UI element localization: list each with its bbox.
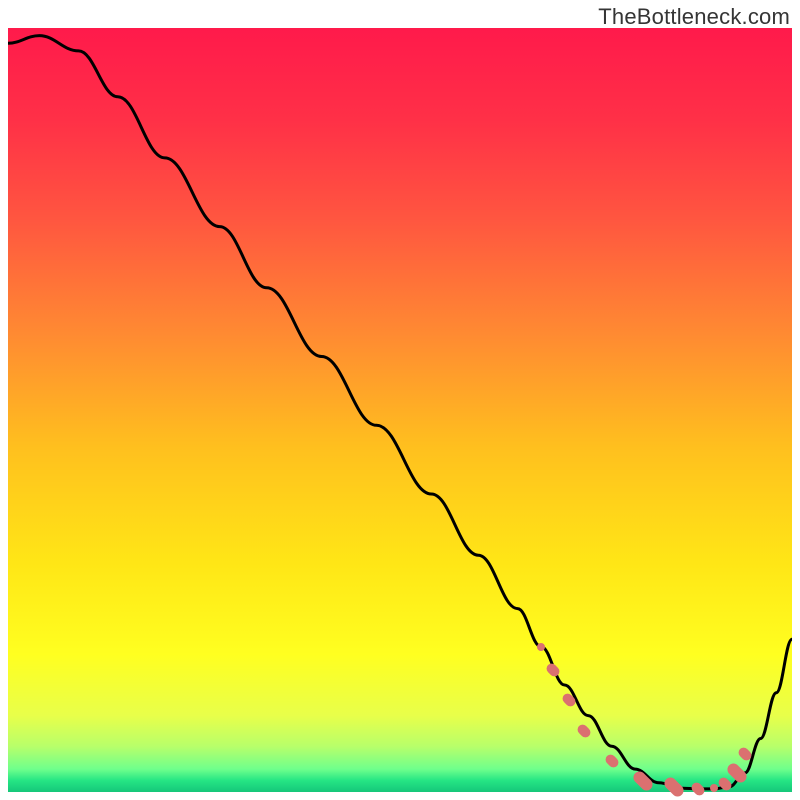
curve-marker — [560, 692, 577, 709]
curve-marker — [603, 753, 620, 770]
curve-marker — [736, 745, 753, 762]
plot-area — [8, 28, 792, 792]
curve-marker — [544, 661, 561, 678]
curve-marker — [689, 780, 706, 797]
curve-marker — [535, 641, 546, 652]
chart-stage: TheBottleneck.com — [0, 0, 800, 800]
curve-marker — [631, 769, 655, 793]
curve-marker — [576, 722, 593, 739]
curve-marker — [717, 776, 734, 793]
curve-markers — [8, 28, 792, 792]
curve-marker — [662, 775, 686, 799]
watermark-text: TheBottleneck.com — [598, 4, 790, 30]
curve-marker — [708, 783, 719, 794]
